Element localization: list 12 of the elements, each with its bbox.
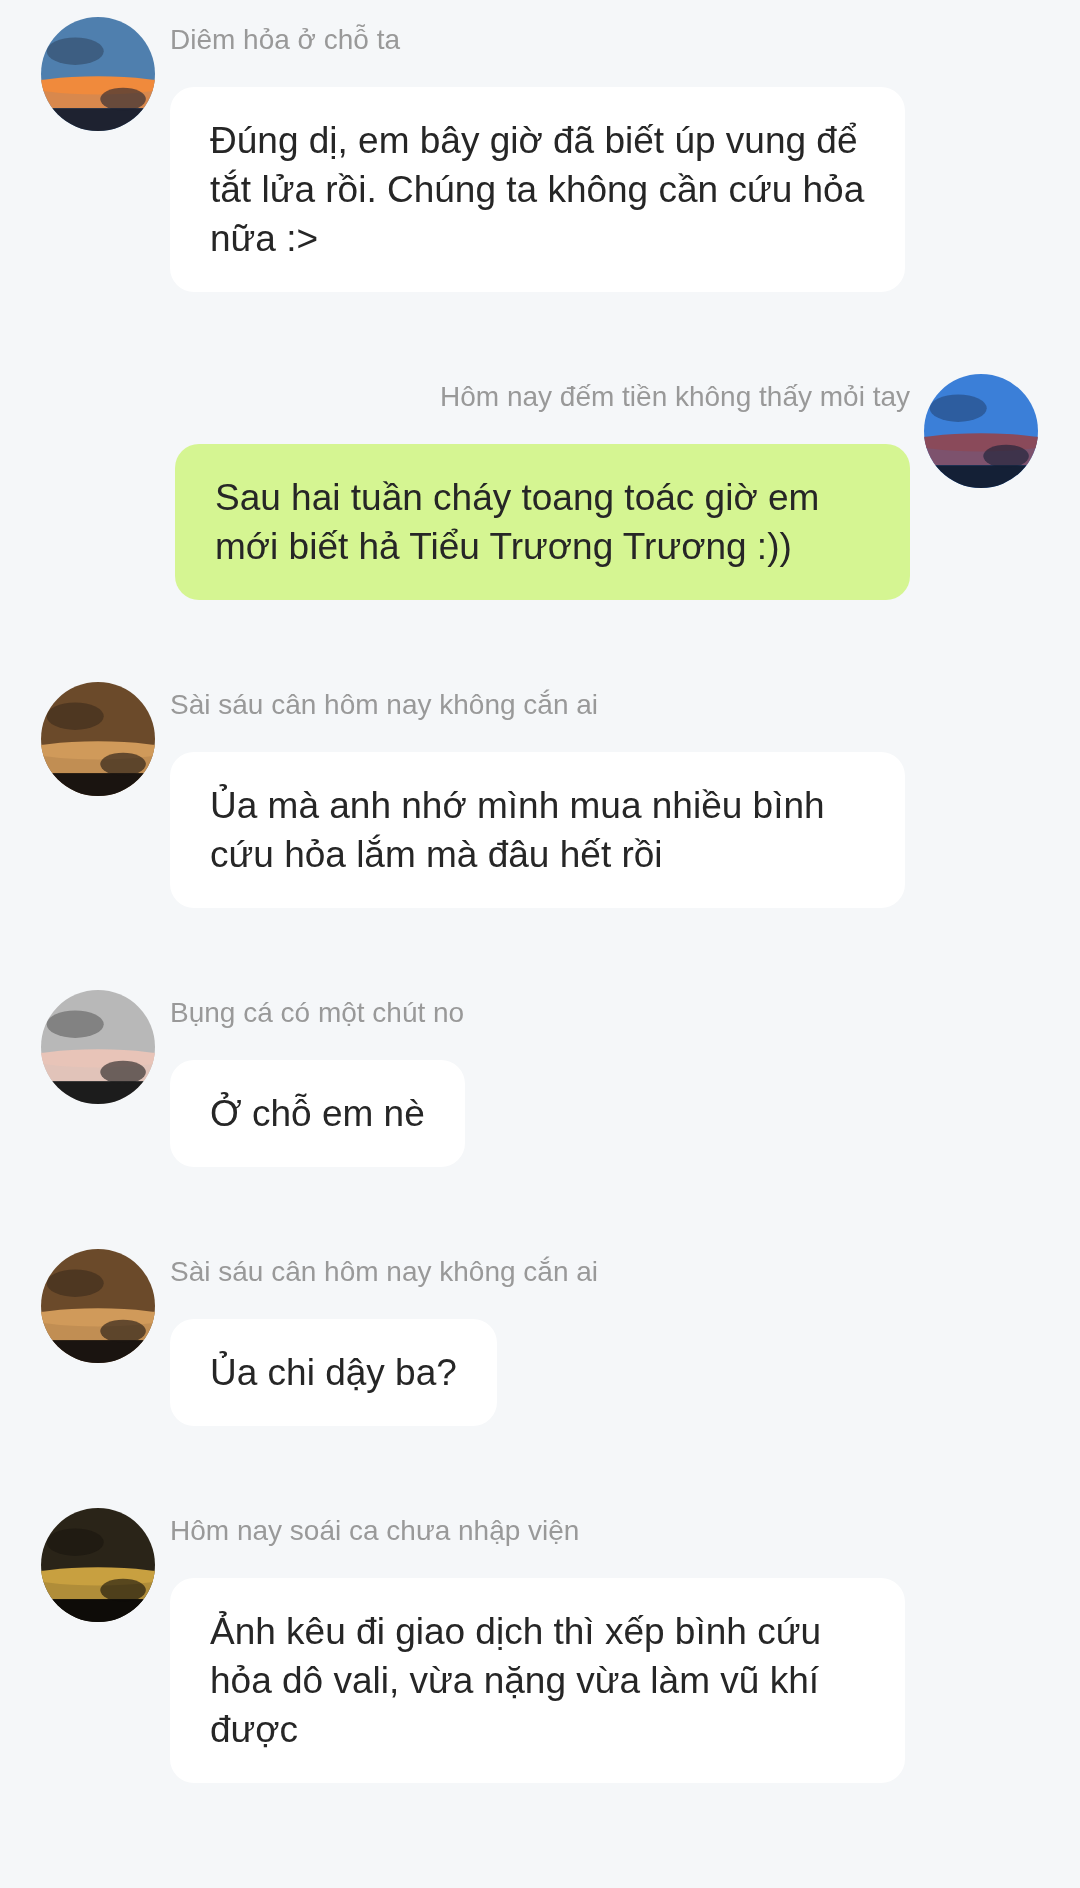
sender-name: Sài sáu cân hôm nay không cắn ai [170, 688, 599, 722]
sender-name: Bụng cá có một chút no [170, 996, 465, 1030]
message-bubble: Ở chỗ em nè [170, 1060, 465, 1167]
message-bubble: Sau hai tuần cháy toang toác giờ em mới biết hả Tiểu Trương Trương :)) [175, 444, 910, 600]
sender-name: Hôm nay soái ca chưa nhập viện [170, 1514, 580, 1548]
message-bubble: Ủa mà anh nhớ mình mua nhiều bình cứu hỏa lắm mà đâu hết rồi [170, 752, 905, 908]
sender-name: Diêm hỏa ở chỗ ta [170, 23, 401, 57]
sender-name: Sài sáu cân hôm nay không cắn ai [170, 1255, 599, 1289]
sender-name: Hôm nay đếm tiền không thấy mỏi tay [440, 380, 910, 414]
message-bubble: Đúng dị, em bây giờ đã biết úp vung để tắt lửa rồi. Chúng ta không cần cứu hỏa nữa :> [170, 87, 905, 292]
message-bubble: Ủa chi dậy ba? [170, 1319, 497, 1426]
message-bubble: Ảnh kêu đi giao dịch thì xếp bình cứu hỏa dô vali, vừa nặng vừa làm vũ khí được [170, 1578, 905, 1783]
